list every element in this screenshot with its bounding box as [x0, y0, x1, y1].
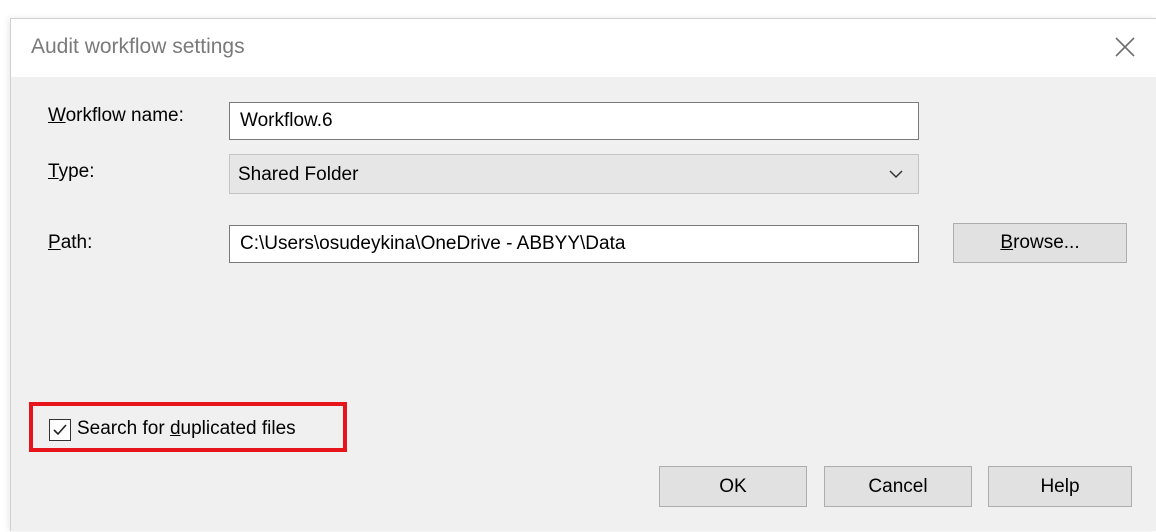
- title-bar: Audit workflow settings: [11, 19, 1156, 77]
- chevron-down-icon: [889, 170, 903, 179]
- close-button[interactable]: [1107, 29, 1143, 65]
- workflow-name-accel: W: [48, 105, 66, 126]
- checkmark-icon: [53, 424, 67, 436]
- search-duplicates-rest: uplicated files: [180, 418, 296, 439]
- path-input[interactable]: [229, 225, 919, 263]
- path-accel: P: [48, 232, 61, 253]
- browse-label-text: rowse...: [1013, 232, 1080, 253]
- search-duplicates-checkbox[interactable]: [49, 419, 71, 441]
- type-label: Type:: [48, 161, 94, 183]
- type-label-text: ype:: [58, 161, 95, 182]
- search-duplicates-accel: d: [169, 418, 181, 439]
- close-icon: [1115, 37, 1135, 57]
- workflow-name-input[interactable]: [229, 102, 919, 140]
- browse-accel: B: [1000, 232, 1014, 253]
- ok-button-label: OK: [719, 475, 747, 497]
- type-dropdown[interactable]: Shared Folder: [229, 154, 919, 194]
- search-duplicates-label[interactable]: Search for duplicated files: [77, 418, 296, 440]
- dialog-title: Audit workflow settings: [31, 35, 245, 58]
- path-label: Path:: [48, 232, 92, 254]
- type-accel: T: [48, 161, 59, 182]
- workflow-name-label-text: orkflow name:: [65, 105, 184, 126]
- path-label-text: ath:: [60, 232, 93, 253]
- help-button-label: Help: [1040, 475, 1080, 497]
- cancel-button[interactable]: Cancel: [824, 466, 972, 507]
- help-button[interactable]: Help: [988, 466, 1132, 507]
- ok-button[interactable]: OK: [659, 466, 807, 507]
- workflow-name-label: Workflow name:: [48, 105, 184, 127]
- search-duplicates-prefix: Search for: [77, 418, 170, 439]
- cancel-button-label: Cancel: [868, 475, 928, 497]
- audit-workflow-settings-dialog: Audit workflow settings Workflow name: T…: [10, 18, 1156, 531]
- type-selected-value: Shared Folder: [238, 164, 359, 185]
- browse-button-label: Browse...: [954, 232, 1126, 254]
- browse-button[interactable]: Browse...: [953, 223, 1127, 263]
